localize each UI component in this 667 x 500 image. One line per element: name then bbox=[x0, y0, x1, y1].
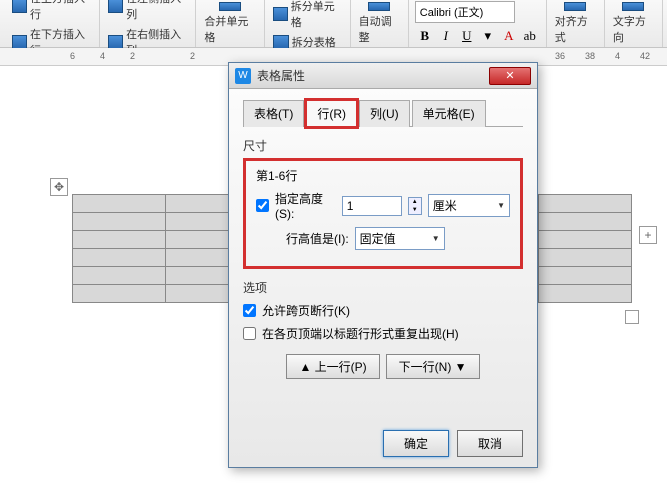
ruler-mark: 6 bbox=[70, 51, 75, 61]
align-button[interactable]: 对齐方式 bbox=[547, 0, 605, 47]
ruler-mark: 36 bbox=[555, 51, 565, 61]
split-cells-button[interactable]: 拆分单元格 bbox=[271, 0, 344, 31]
label: 对齐方式 bbox=[555, 13, 596, 45]
dialog-tabs: 表格(T) 行(R) 列(U) 单元格(E) bbox=[243, 99, 523, 127]
split-cells-icon bbox=[273, 7, 288, 21]
table-properties-dialog: W 表格属性 ✕ 表格(T) 行(R) 列(U) 单元格(E) 尺寸 第1-6行… bbox=[228, 62, 538, 468]
allow-break-checkbox[interactable] bbox=[243, 304, 256, 317]
specify-height-label: 指定高度(S): bbox=[275, 190, 336, 221]
table-col-left-icon bbox=[108, 0, 123, 13]
label: 自动调整 bbox=[359, 13, 400, 45]
height-input[interactable] bbox=[342, 196, 402, 216]
ruler-mark: 4 bbox=[615, 51, 620, 61]
dialog-titlebar[interactable]: W 表格属性 ✕ bbox=[229, 63, 537, 89]
allow-break-label: 允许跨页断行(K) bbox=[262, 302, 350, 319]
height-is-value: 固定值 bbox=[360, 230, 396, 247]
ruler-mark: 2 bbox=[190, 51, 195, 61]
unit-value: 厘米 bbox=[433, 197, 457, 214]
table-resize-handle[interactable] bbox=[625, 310, 639, 324]
size-highlight-box: 第1-6行 指定高度(S): ▲▼ 厘米▼ 行高值是(I): 固定值▼ bbox=[243, 158, 523, 269]
table-col-right-icon bbox=[108, 35, 123, 49]
font-name-select[interactable]: Calibri (正文) bbox=[415, 1, 515, 23]
ok-button[interactable]: 确定 bbox=[383, 430, 449, 457]
tab-row[interactable]: 行(R) bbox=[306, 100, 357, 127]
text-dir-icon bbox=[622, 2, 644, 11]
label: 文字方向 bbox=[613, 13, 654, 45]
table-row-above-icon bbox=[12, 0, 27, 13]
insert-row-above-button[interactable]: 在上方插入行 bbox=[10, 0, 93, 23]
prev-row-button[interactable]: ▲ 上一行(P) bbox=[286, 354, 379, 379]
label: 在左侧插入列 bbox=[126, 0, 187, 22]
autofit-button[interactable]: 自动调整 bbox=[351, 0, 409, 47]
ribbon-group-split: 拆分单元格 拆分表格 bbox=[265, 0, 351, 47]
spin-down-icon[interactable]: ▼ bbox=[409, 206, 421, 214]
chevron-down-icon: ▼ bbox=[432, 234, 440, 243]
ruler-mark: 38 bbox=[585, 51, 595, 61]
ribbon-toolbar: 在上方插入行 在下方插入行 在左侧插入列 在右侧插入列 合并单元格 拆分单元格 … bbox=[0, 0, 667, 48]
table-row-below-icon bbox=[12, 35, 27, 49]
cancel-button[interactable]: 取消 bbox=[457, 430, 523, 457]
ruler-mark: 42 bbox=[640, 51, 650, 61]
underline-dropdown[interactable]: ▾ bbox=[478, 26, 498, 46]
ribbon-group-cols: 在左侧插入列 在右侧插入列 bbox=[100, 0, 196, 47]
tab-cell[interactable]: 单元格(E) bbox=[412, 100, 486, 127]
autofit-icon bbox=[368, 2, 390, 11]
font-name-value: Calibri (正文) bbox=[420, 7, 484, 19]
ribbon-group-rows: 在上方插入行 在下方插入行 bbox=[4, 0, 100, 47]
label: 合并单元格 bbox=[204, 13, 255, 45]
size-section-label: 尺寸 bbox=[243, 137, 523, 154]
font-color-button[interactable]: A bbox=[499, 26, 519, 46]
specify-height-checkbox[interactable] bbox=[256, 199, 269, 212]
spin-up-icon[interactable]: ▲ bbox=[409, 198, 421, 206]
label: 拆分单元格 bbox=[291, 0, 342, 30]
bold-button[interactable]: B bbox=[415, 26, 435, 46]
align-icon bbox=[564, 2, 586, 11]
tab-table[interactable]: 表格(T) bbox=[243, 100, 304, 127]
insert-col-left-button[interactable]: 在左侧插入列 bbox=[106, 0, 189, 23]
repeat-header-checkbox[interactable] bbox=[243, 327, 256, 340]
merge-icon bbox=[219, 2, 241, 11]
rows-range-label: 第1-6行 bbox=[256, 167, 510, 184]
label: 在上方插入行 bbox=[30, 0, 91, 22]
merge-cells-button[interactable]: 合并单元格 bbox=[196, 0, 264, 47]
dialog-title: 表格属性 bbox=[257, 67, 489, 84]
height-is-dropdown[interactable]: 固定值 ▼ bbox=[355, 227, 445, 250]
dialog-body: 表格(T) 行(R) 列(U) 单元格(E) 尺寸 第1-6行 指定高度(S):… bbox=[229, 89, 537, 389]
italic-button[interactable]: I bbox=[436, 26, 456, 46]
ruler-mark: 4 bbox=[100, 51, 105, 61]
height-unit-dropdown[interactable]: 厘米 ▼ bbox=[428, 194, 510, 217]
app-icon: W bbox=[235, 68, 251, 84]
add-column-button[interactable]: + bbox=[639, 226, 657, 244]
text-direction-button[interactable]: 文字方向 bbox=[605, 0, 663, 47]
tab-column[interactable]: 列(U) bbox=[359, 100, 410, 127]
next-row-button[interactable]: 下一行(N) ▼ bbox=[386, 354, 480, 379]
ruler-mark: 2 bbox=[130, 51, 135, 61]
split-table-icon bbox=[273, 35, 289, 49]
options-section-label: 选项 bbox=[243, 279, 523, 296]
height-is-label: 行高值是(I): bbox=[286, 230, 349, 247]
height-spinner[interactable]: ▲▼ bbox=[408, 197, 422, 215]
close-button[interactable]: ✕ bbox=[489, 67, 531, 85]
repeat-header-label: 在各页顶端以标题行形式重复出现(H) bbox=[262, 325, 459, 342]
table-move-handle[interactable]: ✥ bbox=[50, 178, 68, 196]
dialog-footer: 确定 取消 bbox=[383, 430, 523, 457]
chevron-down-icon: ▼ bbox=[497, 201, 505, 210]
row-nav-buttons: ▲ 上一行(P) 下一行(N) ▼ bbox=[243, 354, 523, 379]
underline-button[interactable]: U bbox=[457, 26, 477, 46]
highlight-button[interactable]: ab bbox=[520, 26, 540, 46]
ribbon-group-font: Calibri (正文) B I U ▾ A ab bbox=[409, 0, 547, 47]
